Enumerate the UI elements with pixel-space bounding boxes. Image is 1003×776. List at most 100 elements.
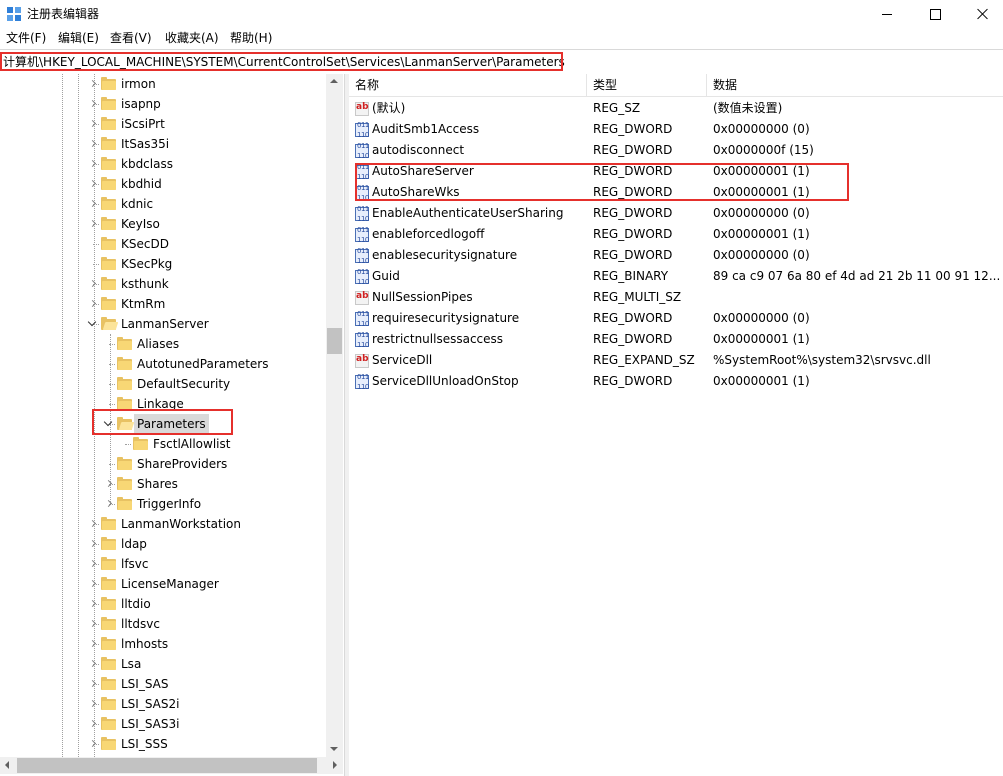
- chevron-right-icon[interactable]: [88, 274, 97, 294]
- tree-item[interactable]: DefaultSecurity: [0, 374, 326, 394]
- value-row[interactable]: 011 110 EnableAuthenticateUserSharing REG_D…: [349, 203, 1003, 224]
- tree-connector-line: [109, 344, 115, 345]
- value-row[interactable]: ab ServiceDll REG_EXPAND_SZ %SystemRoot%\sy…: [349, 350, 1003, 371]
- tree-item[interactable]: Aliases: [0, 334, 326, 354]
- tree-item[interactable]: KeyIso: [0, 214, 326, 234]
- chevron-right-icon[interactable]: [88, 294, 97, 314]
- chevron-right-icon[interactable]: [104, 494, 113, 514]
- chevron-right-icon[interactable]: [88, 134, 97, 154]
- tree-scroll-thumb[interactable]: [327, 328, 342, 354]
- menu-help[interactable]: 帮助(H): [230, 30, 272, 46]
- chevron-right-icon[interactable]: [104, 474, 113, 494]
- chevron-right-icon[interactable]: [88, 154, 97, 174]
- chevron-right-icon[interactable]: [88, 614, 97, 634]
- tree-item[interactable]: LicenseManager: [0, 574, 326, 594]
- menu-edit[interactable]: 编辑(E): [58, 30, 99, 46]
- value-row[interactable]: 011 110 autodisconnect REG_DWORD 0x0000000f …: [349, 140, 1003, 161]
- tree-item[interactable]: Shares: [0, 474, 326, 494]
- binary-value-icon: 011 110: [355, 310, 369, 328]
- tree-item[interactable]: ksthunk: [0, 274, 326, 294]
- chevron-right-icon[interactable]: [88, 554, 97, 574]
- tree-item[interactable]: ShareProviders: [0, 454, 326, 474]
- chevron-right-icon[interactable]: [88, 694, 97, 714]
- value-type: REG_DWORD: [593, 374, 673, 388]
- chevron-right-icon[interactable]: [88, 94, 97, 114]
- tree-item[interactable]: LanmanServer: [0, 314, 326, 334]
- tree-item[interactable]: ldap: [0, 534, 326, 554]
- tree-item[interactable]: kbdclass: [0, 154, 326, 174]
- tree-horizontal-scrollbar[interactable]: [0, 757, 343, 774]
- menu-favorites[interactable]: 收藏夹(A): [165, 30, 219, 46]
- value-name: (默认): [372, 101, 406, 115]
- close-button[interactable]: [960, 0, 1003, 28]
- chevron-right-icon[interactable]: [88, 174, 97, 194]
- value-row[interactable]: ab NullSessionPipes REG_MULTI_SZ: [349, 287, 1003, 308]
- minimize-button[interactable]: [864, 0, 910, 28]
- tree-item[interactable]: LSI_SSS: [0, 734, 326, 754]
- chevron-right-icon[interactable]: [88, 654, 97, 674]
- tree-item[interactable]: isapnp: [0, 94, 326, 114]
- tree-item[interactable]: ItSas35i: [0, 134, 326, 154]
- menu-view[interactable]: 查看(V): [110, 30, 152, 46]
- tree-item[interactable]: KSecPkg: [0, 254, 326, 274]
- tree-item[interactable]: irmon: [0, 74, 326, 94]
- tree-item[interactable]: lmhosts: [0, 634, 326, 654]
- value-row[interactable]: 011 110 AuditSmb1Access REG_DWORD 0x00000000…: [349, 119, 1003, 140]
- chevron-right-icon[interactable]: [88, 214, 97, 234]
- chevron-right-icon[interactable]: [88, 114, 97, 134]
- value-type: REG_EXPAND_SZ: [593, 353, 695, 367]
- value-data: 0x00000001 (1): [713, 374, 810, 388]
- maximize-button[interactable]: [912, 0, 958, 28]
- chevron-right-icon[interactable]: [88, 74, 97, 94]
- chevron-right-icon[interactable]: [88, 714, 97, 734]
- tree-item[interactable]: KtmRm: [0, 294, 326, 314]
- chevron-right-icon[interactable]: [88, 514, 97, 534]
- menu-file[interactable]: 文件(F): [6, 30, 46, 46]
- value-type: REG_SZ: [593, 101, 641, 115]
- column-data[interactable]: 数据: [707, 74, 1003, 96]
- tree-item[interactable]: LanmanWorkstation: [0, 514, 326, 534]
- value-name: ServiceDllUnloadOnStop: [372, 374, 519, 388]
- scroll-down-icon[interactable]: [330, 747, 338, 751]
- value-row[interactable]: ab (默认) REG_SZ (数值未设置): [349, 98, 1003, 119]
- folder-icon: [101, 137, 117, 150]
- scroll-left-icon[interactable]: [5, 761, 9, 769]
- chevron-right-icon[interactable]: [88, 634, 97, 654]
- tree-item[interactable]: TriggerInfo: [0, 494, 326, 514]
- tree-item[interactable]: Lsa: [0, 654, 326, 674]
- value-row[interactable]: 011 110 enableforcedlogoff REG_DWORD 0x00000…: [349, 224, 1003, 245]
- chevron-right-icon[interactable]: [88, 194, 97, 214]
- value-row[interactable]: 011 110 restrictnullsessaccess REG_DWORD 0x0…: [349, 329, 1003, 350]
- chevron-right-icon[interactable]: [88, 674, 97, 694]
- tree-item[interactable]: lfsvc: [0, 554, 326, 574]
- tree-item-label: Aliases: [137, 337, 180, 351]
- column-type[interactable]: 类型: [587, 74, 707, 96]
- tree-item[interactable]: AutotunedParameters: [0, 354, 326, 374]
- tree-item[interactable]: kdnic: [0, 194, 326, 214]
- tree-hscroll-thumb[interactable]: [17, 758, 317, 773]
- tree-item[interactable]: lltdio: [0, 594, 326, 614]
- chevron-right-icon[interactable]: [88, 534, 97, 554]
- tree-item[interactable]: kbdhid: [0, 174, 326, 194]
- scroll-up-icon[interactable]: [330, 79, 338, 83]
- tree-item[interactable]: KSecDD: [0, 234, 326, 254]
- tree-item[interactable]: LSI_SAS2i: [0, 694, 326, 714]
- chevron-right-icon[interactable]: [88, 574, 97, 594]
- folder-icon: [117, 357, 133, 370]
- tree-item[interactable]: lltdsvc: [0, 614, 326, 634]
- scroll-right-icon[interactable]: [333, 761, 337, 769]
- tree-item[interactable]: LSI_SAS: [0, 674, 326, 694]
- chevron-right-icon[interactable]: [88, 734, 97, 754]
- tree-item[interactable]: FsctlAllowlist: [0, 434, 326, 454]
- folder-icon: [101, 657, 117, 670]
- column-name[interactable]: 名称: [349, 74, 587, 96]
- chevron-right-icon[interactable]: [88, 594, 97, 614]
- tree-vertical-scrollbar[interactable]: [326, 74, 343, 757]
- value-row[interactable]: 011 110 requiresecuritysignature REG_DWORD 0…: [349, 308, 1003, 329]
- tree-item[interactable]: LSI_SAS3i: [0, 714, 326, 734]
- value-row[interactable]: 011 110 Guid REG_BINARY 89 ca c9 07 6a 80 ef…: [349, 266, 1003, 287]
- value-row[interactable]: 011 110 enablesecuritysignature REG_DWORD 0x…: [349, 245, 1003, 266]
- value-row[interactable]: 011 110 ServiceDllUnloadOnStop REG_DWORD 0x0…: [349, 371, 1003, 392]
- tree-item[interactable]: iScsiPrt: [0, 114, 326, 134]
- chevron-down-icon[interactable]: [88, 314, 97, 334]
